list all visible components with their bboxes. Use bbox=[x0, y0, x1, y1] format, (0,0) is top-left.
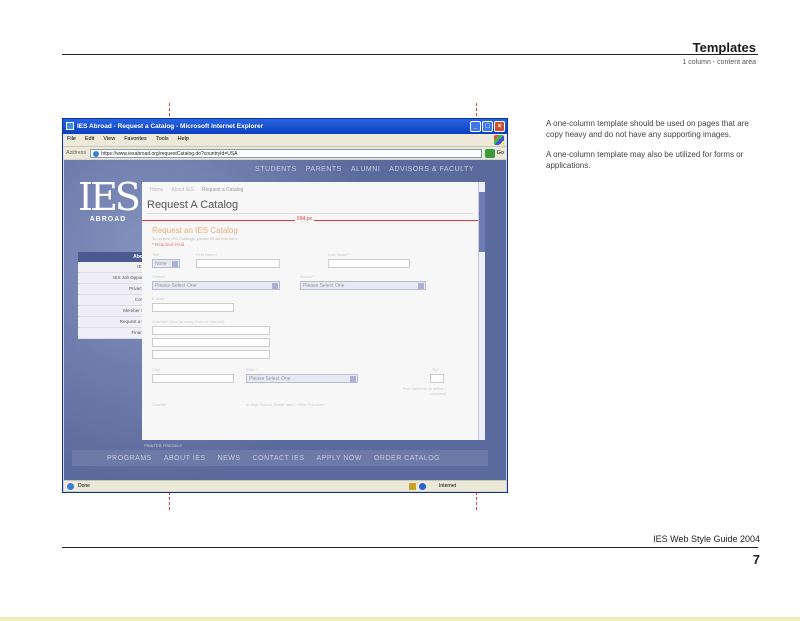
menu-view[interactable]: View bbox=[103, 136, 115, 144]
maximize-button[interactable]: □ bbox=[482, 121, 493, 132]
first-name-input[interactable] bbox=[196, 259, 280, 268]
menu-edit[interactable]: Edit bbox=[85, 136, 94, 144]
internet-globe-icon bbox=[419, 483, 426, 490]
address-line-2-input[interactable] bbox=[152, 338, 270, 347]
window-title: IES Abroad - Request a Catalog - Microso… bbox=[77, 123, 264, 130]
country-label: Country* bbox=[152, 402, 168, 407]
required-note: * Required Field bbox=[152, 242, 185, 247]
footer-nav-programs[interactable]: PROGRAMS bbox=[107, 455, 152, 462]
scroll-thumb[interactable] bbox=[479, 192, 485, 252]
content-area: Home About IES Request a Catalog Request… bbox=[142, 182, 478, 440]
footer-rule bbox=[62, 547, 758, 548]
address-url: https://www.iesabroad.org/requestCatalog… bbox=[101, 150, 238, 157]
form-title: Request an IES Catalog bbox=[152, 226, 238, 235]
last-name-label: Last Name* bbox=[328, 252, 349, 257]
address-bar: Address https://www.iesabroad.org/reques… bbox=[63, 146, 507, 159]
city-input[interactable] bbox=[152, 374, 234, 383]
zip-label: Zip* bbox=[432, 367, 440, 372]
first-name-label: First Name* bbox=[196, 252, 218, 257]
menu-file[interactable]: File bbox=[67, 136, 76, 144]
menu-tools[interactable]: Tools bbox=[156, 136, 169, 144]
description-paragraph-2: A one-column template may also be utiliz… bbox=[546, 150, 744, 170]
security-zone: Internet bbox=[439, 483, 456, 489]
breadcrumb-about[interactable]: About IES bbox=[171, 187, 194, 193]
title-select[interactable]: None bbox=[152, 259, 180, 268]
zip-input[interactable] bbox=[430, 374, 444, 383]
ie-app-icon bbox=[66, 122, 74, 130]
city-label: City* bbox=[152, 367, 161, 372]
logo-ies: IES bbox=[78, 175, 141, 219]
browser-titlebar: IES Abroad - Request a Catalog - Microso… bbox=[63, 119, 507, 134]
browser-viewport: IES ABROAD STUDENTS PARENTS ALUMNI ADVIS… bbox=[64, 160, 506, 480]
status-text: Done bbox=[78, 483, 90, 489]
high-school-label: In High School Grade* and Y Prior Functi… bbox=[246, 402, 325, 407]
menu-help[interactable]: Help bbox=[178, 136, 189, 144]
browser-window: IES Abroad - Request a Catalog - Microso… bbox=[62, 118, 508, 493]
status-select[interactable]: Please Select One bbox=[152, 281, 280, 290]
email-label: E-mail* bbox=[152, 296, 165, 301]
state-select[interactable]: Please Select One bbox=[246, 374, 358, 383]
footer-nav-apply[interactable]: APPLY NOW bbox=[316, 455, 361, 462]
address-line-3-input[interactable] bbox=[152, 350, 270, 359]
menu-bar: File Edit View Favorites Tools Help bbox=[63, 134, 507, 146]
address-label: Address bbox=[66, 150, 87, 156]
page-title: Templates bbox=[692, 40, 756, 55]
ies-logo[interactable]: IES ABROAD bbox=[78, 175, 141, 223]
windows-logo-icon bbox=[494, 135, 504, 145]
last-name-input[interactable] bbox=[328, 259, 410, 268]
done-page-icon bbox=[67, 483, 74, 490]
footer-nav-about[interactable]: ABOUT IES bbox=[164, 455, 206, 462]
footer-navigation: PROGRAMS ABOUT IES NEWS CONTACT IES APPL… bbox=[72, 450, 488, 466]
address-input[interactable]: https://www.iesabroad.org/requestCatalog… bbox=[90, 148, 482, 158]
nav-alumni[interactable]: ALUMNI bbox=[351, 166, 380, 180]
lock-icon bbox=[409, 483, 416, 490]
nav-students[interactable]: STUDENTS bbox=[255, 166, 297, 180]
width-measure-label: 594 px bbox=[295, 216, 315, 222]
footer-nav-contact[interactable]: CONTACT IES bbox=[253, 455, 305, 462]
breadcrumb-home[interactable]: Home bbox=[150, 187, 163, 193]
content-heading: Request A Catalog bbox=[147, 199, 239, 211]
breadcrumb-current: Request a Catalog bbox=[201, 187, 244, 193]
footer-nav-news[interactable]: NEWS bbox=[218, 455, 241, 462]
printer-friendly-link[interactable]: PRINTER FRIENDLY bbox=[144, 443, 182, 448]
address-label: Address* (Use as many lines as needed) bbox=[152, 319, 225, 324]
school-label: School* bbox=[300, 274, 314, 279]
close-button[interactable]: × bbox=[494, 121, 505, 132]
zip-note: Five numbers or letters / numbers bbox=[402, 386, 446, 396]
title-label: Title bbox=[152, 252, 160, 257]
address-line-1-input[interactable] bbox=[152, 326, 270, 335]
top-navigation: STUDENTS PARENTS ALUMNI ADVISORS & FACUL… bbox=[142, 166, 478, 180]
page-icon bbox=[93, 150, 100, 157]
go-button-label[interactable]: Go bbox=[497, 150, 504, 156]
content-divider bbox=[147, 213, 473, 214]
template-description: A one-column template should be used on … bbox=[546, 118, 756, 180]
status-bar: Done Internet bbox=[64, 480, 506, 491]
page-subtitle: 1 column - content area bbox=[682, 59, 756, 66]
status-label: Status* bbox=[152, 274, 165, 279]
description-paragraph-1: A one-column template should be used on … bbox=[546, 119, 749, 139]
nav-advisors[interactable]: ADVISORS & FACULTY bbox=[389, 166, 474, 180]
header-rule bbox=[62, 54, 758, 55]
email-input[interactable] bbox=[152, 303, 234, 312]
nav-parents[interactable]: PARENTS bbox=[306, 166, 342, 180]
guide-title: IES Web Style Guide 2004 bbox=[653, 534, 760, 544]
school-select[interactable]: Please Select One bbox=[300, 281, 426, 290]
bottom-color-strip bbox=[0, 617, 800, 621]
breadcrumb: Home About IES Request a Catalog bbox=[150, 187, 243, 193]
form-subtitle: To receive IES Catalogs, please fill out… bbox=[152, 236, 238, 241]
menu-favorites[interactable]: Favorites bbox=[124, 136, 147, 144]
minimize-button[interactable]: _ bbox=[470, 121, 481, 132]
go-arrow-icon[interactable] bbox=[484, 148, 495, 158]
page-number: 7 bbox=[752, 552, 760, 567]
state-label: State* bbox=[246, 367, 257, 372]
footer-nav-order-catalog[interactable]: ORDER CATALOG bbox=[374, 455, 440, 462]
content-scrollbar[interactable] bbox=[478, 182, 485, 440]
